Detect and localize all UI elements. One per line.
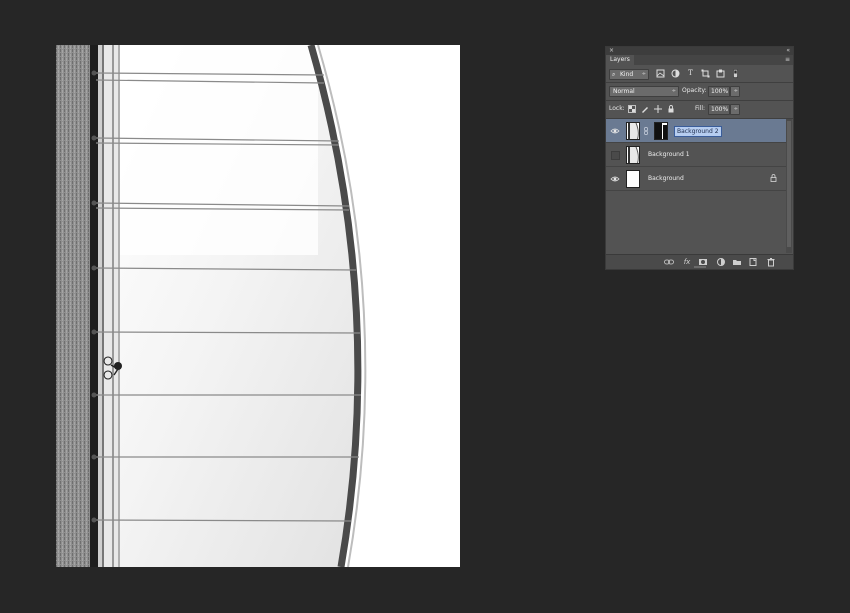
chevron-down-icon: ÷: [671, 88, 676, 94]
search-icon: ⌕: [612, 71, 616, 78]
fill-label: Fill:: [695, 105, 706, 112]
panel-titlebar[interactable]: × «: [606, 47, 793, 55]
opacity-value: 100%: [711, 88, 729, 95]
lock-pixels-icon[interactable]: [641, 105, 649, 113]
blend-row: Normal ÷ Opacity: 100% ÷: [606, 84, 793, 100]
opacity-input[interactable]: 100%: [708, 86, 730, 97]
eye-icon[interactable]: [610, 174, 620, 184]
kind-filter-label: Kind: [620, 71, 634, 78]
lock-all-icon[interactable]: [667, 105, 675, 113]
layer-name-input[interactable]: Background 2: [674, 126, 722, 137]
layers-panel: × « Layers ≡ ⌕ Kind ÷ T Normal ÷ Opacity…: [605, 46, 794, 270]
divider: [606, 82, 793, 83]
lock-icon: [770, 174, 777, 184]
tab-layers[interactable]: Layers: [606, 55, 634, 65]
scrollbar-thumb[interactable]: [787, 121, 791, 247]
divider: [606, 100, 793, 101]
layer-thumbnail[interactable]: [626, 146, 640, 164]
delete-layer-icon[interactable]: [766, 257, 776, 267]
link-layers-icon[interactable]: [664, 257, 674, 267]
fx-icon[interactable]: fx: [682, 257, 692, 267]
fill-input[interactable]: 100%: [708, 104, 730, 115]
layer-thumbnail[interactable]: [626, 170, 640, 188]
lock-label: Lock:: [609, 105, 625, 112]
layers-scrollbar[interactable]: [786, 119, 792, 253]
collapse-icon[interactable]: «: [786, 47, 790, 55]
shape-filter-icon[interactable]: [701, 69, 710, 78]
type-filter-icon[interactable]: T: [686, 69, 695, 78]
eye-icon[interactable]: [610, 126, 620, 136]
opacity-dropdown-button[interactable]: ÷: [730, 86, 740, 97]
chevron-down-icon: ÷: [641, 71, 646, 77]
chevron-down-icon: ÷: [733, 106, 738, 112]
lock-row: Lock: Fill: 100% ÷: [606, 102, 793, 118]
kind-filter-select[interactable]: ⌕ Kind ÷: [609, 69, 649, 80]
panel-menu-icon[interactable]: ≡: [785, 56, 790, 63]
image-filter-icon[interactable]: [656, 69, 665, 78]
layer-thumbnail[interactable]: [626, 122, 640, 140]
blend-mode-value: Normal: [613, 88, 635, 95]
visibility-toggle-off[interactable]: [611, 151, 620, 160]
bridge-photo: [56, 45, 460, 567]
layer-name[interactable]: Background: [648, 167, 684, 191]
new-group-icon[interactable]: [732, 257, 742, 267]
new-layer-icon[interactable]: [748, 257, 758, 267]
panel-bottom-bar: fx: [606, 254, 793, 269]
adjustment-filter-icon[interactable]: [671, 69, 680, 78]
fill-dropdown-button[interactable]: ÷: [730, 104, 740, 115]
layer-row-background-1[interactable]: Background 1: [606, 143, 787, 167]
link-icon: [644, 127, 648, 137]
filter-toggle-icon[interactable]: [731, 69, 740, 78]
adjustment-layer-icon[interactable]: [716, 257, 726, 267]
lock-transparency-icon[interactable]: [628, 105, 636, 113]
fill-value: 100%: [711, 106, 729, 113]
blend-mode-select[interactable]: Normal ÷: [609, 86, 679, 97]
close-icon[interactable]: ×: [609, 47, 614, 55]
panel-tabrow: Layers ≡: [606, 55, 793, 65]
layer-list: Background 2 Background 1 Background: [606, 119, 787, 253]
lock-position-icon[interactable]: [654, 105, 662, 113]
opacity-label: Opacity:: [682, 87, 707, 94]
document-canvas[interactable]: [56, 45, 460, 567]
layer-name[interactable]: Background 1: [648, 143, 690, 167]
filter-row: ⌕ Kind ÷ T: [606, 66, 793, 82]
layer-row-background[interactable]: Background: [606, 167, 787, 191]
layer-mask-thumbnail[interactable]: [654, 122, 668, 140]
smart-object-filter-icon[interactable]: [716, 69, 725, 78]
chevron-down-icon: ÷: [733, 88, 738, 94]
panel-resize-handle[interactable]: [694, 266, 706, 268]
layer-row-background-2[interactable]: Background 2: [606, 119, 787, 143]
